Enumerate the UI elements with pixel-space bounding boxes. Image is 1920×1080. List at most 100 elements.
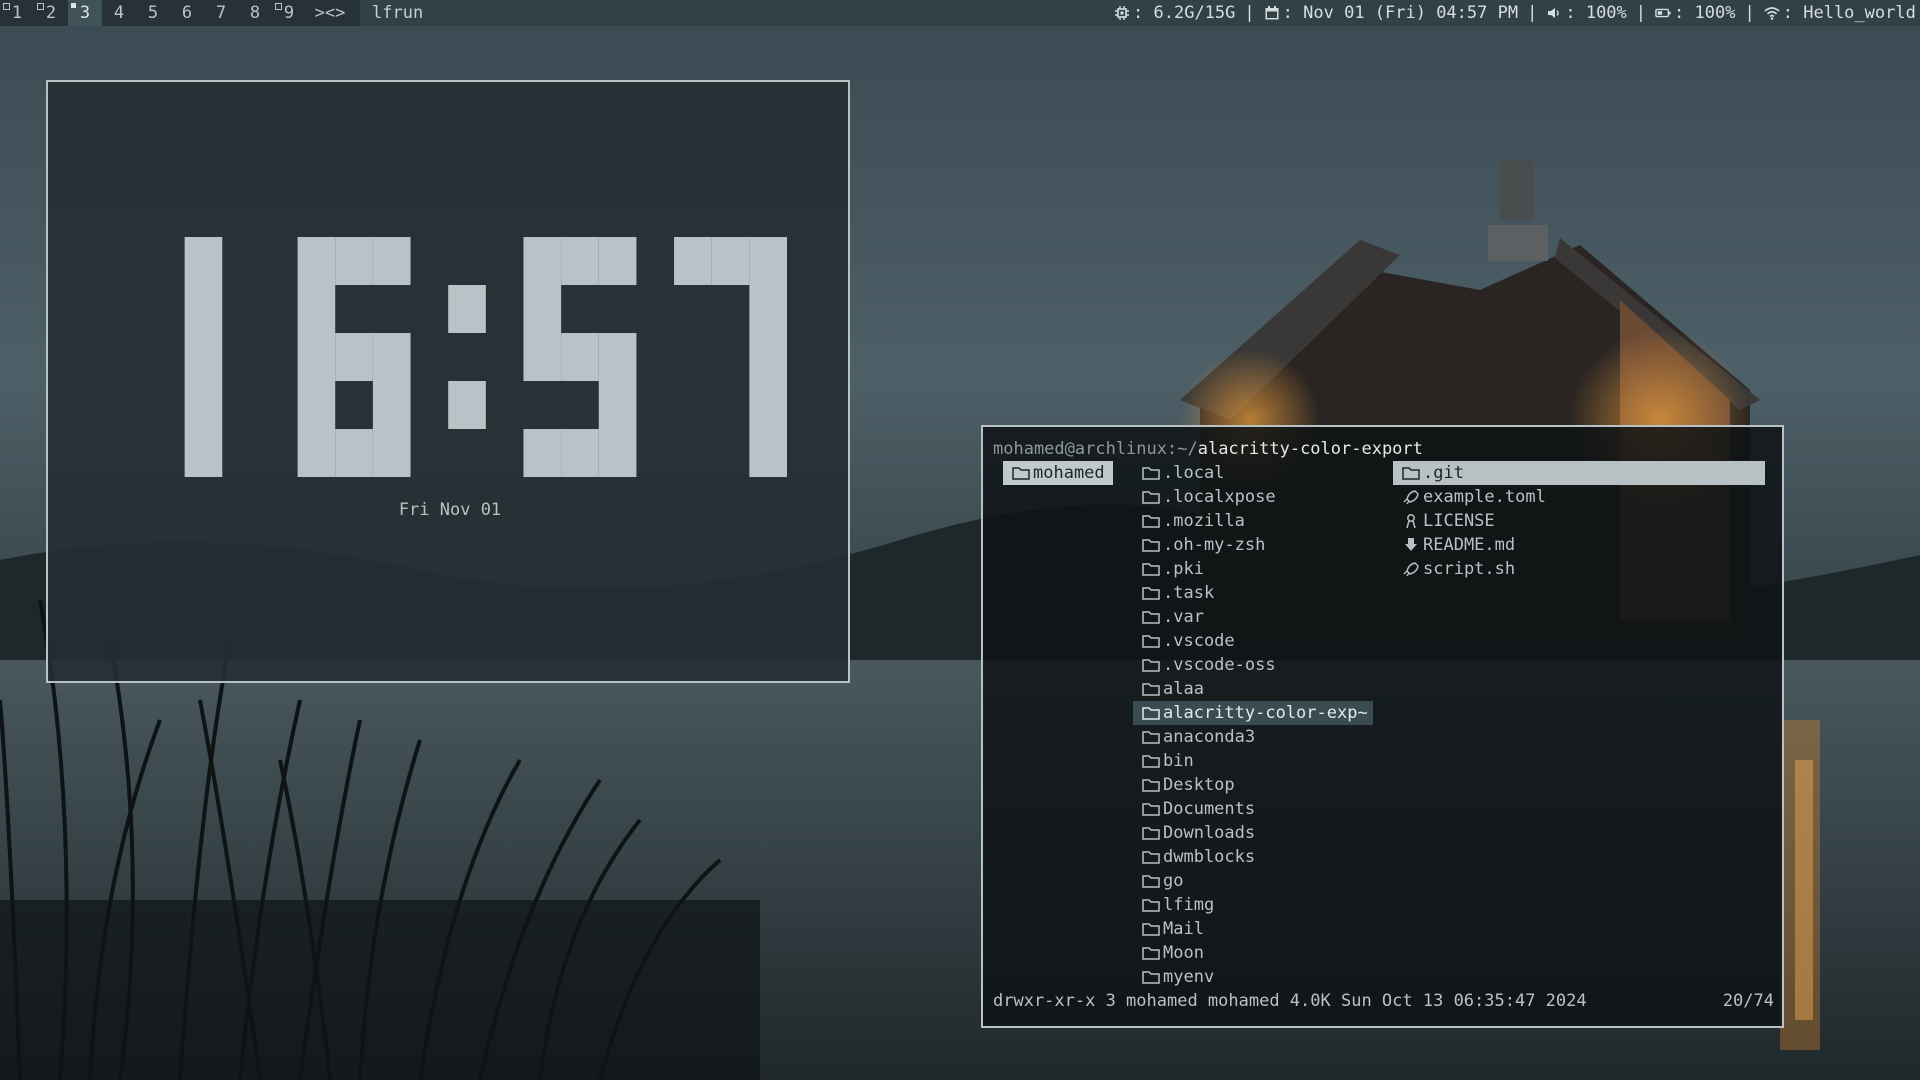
folder-icon	[1142, 971, 1160, 984]
workspace-tag-label: 6	[181, 3, 193, 23]
file-name: Downloads	[1163, 823, 1256, 843]
folder-icon	[1142, 851, 1160, 864]
folder-icon	[1142, 467, 1160, 480]
workspace-tag-8[interactable]: 8	[238, 0, 272, 26]
file-entry[interactable]: dwmblocks	[1133, 845, 1373, 869]
folder-icon	[1142, 539, 1160, 552]
file-entry[interactable]: alaa	[1133, 677, 1373, 701]
file-name: .localxpose	[1163, 487, 1276, 507]
file-name: example.toml	[1423, 487, 1546, 507]
status-blocks: : 6.2G/15G | : Nov 01 (Fri) 04:57 PM | :…	[1108, 0, 1920, 26]
file-entry[interactable]: lfimg	[1133, 893, 1373, 917]
file-entry[interactable]: anaconda3	[1133, 725, 1373, 749]
file-entry[interactable]: LICENSE	[1393, 509, 1765, 533]
license-icon	[1406, 514, 1416, 529]
clock-digit	[523, 237, 637, 477]
file-entry[interactable]: example.toml	[1393, 485, 1765, 509]
file-entry[interactable]: myenv	[1133, 965, 1373, 989]
workspace-tag-6[interactable]: 6	[170, 0, 204, 26]
workspace-tag-label: 9	[283, 3, 295, 23]
lf-file-manager-window[interactable]: mohamed@archlinux:~/alacritty-color-expo…	[981, 425, 1784, 1028]
folder-icon	[1142, 491, 1160, 504]
file-entry[interactable]: Moon	[1133, 941, 1373, 965]
clock-window[interactable]: Fri Nov 01	[46, 80, 850, 683]
status-colon: :	[1674, 3, 1685, 23]
file-entry[interactable]: .mozilla	[1133, 509, 1373, 533]
file-entry[interactable]: bin	[1133, 749, 1373, 773]
folder-icon	[1142, 587, 1160, 600]
file-entry[interactable]: README.md	[1393, 533, 1765, 557]
lf-status-line: drwxr-xr-x 3 mohamed mohamed 4.0K Sun Oc…	[993, 991, 1774, 1011]
folder-icon	[1142, 875, 1160, 888]
battery-icon	[1655, 8, 1671, 18]
file-entry-selected[interactable]: alacritty-color-exp~	[1133, 701, 1373, 725]
file-entry[interactable]: .pki	[1133, 557, 1373, 581]
clock-digit	[184, 237, 223, 477]
file-entry[interactable]: Desktop	[1133, 773, 1373, 797]
memory-value: 6.2G/15G	[1153, 3, 1236, 23]
workspace-tag-4[interactable]: 4	[102, 0, 136, 26]
workspace-tag-5[interactable]: 5	[136, 0, 170, 26]
file-name: .git	[1423, 463, 1464, 483]
workspace-tag-3[interactable]: 3	[68, 0, 102, 26]
file-entry[interactable]: .task	[1133, 581, 1373, 605]
file-entry[interactable]: Documents	[1133, 797, 1373, 821]
folder-icon	[1142, 803, 1160, 816]
file-entry[interactable]: .local	[1133, 461, 1373, 485]
clock-colon	[448, 285, 486, 429]
workspace-tag-label: 1	[11, 3, 23, 23]
file-entry[interactable]: Downloads	[1133, 821, 1373, 845]
volume-block[interactable]: : 100%	[1546, 0, 1627, 26]
file-name: .task	[1163, 583, 1215, 603]
folder-icon	[1142, 707, 1160, 720]
workspace-tag-7[interactable]: 7	[204, 0, 238, 26]
workspace-tag-2[interactable]: 2	[34, 0, 68, 26]
file-entry[interactable]: .oh-my-zsh	[1133, 533, 1373, 557]
folder-icon	[1142, 635, 1160, 648]
file-entry-selected[interactable]: mohamed	[1003, 461, 1113, 485]
workspace-tag-label: 2	[45, 3, 57, 23]
file-entry-selected[interactable]: .git	[1393, 461, 1765, 485]
file-count: 20/74	[1722, 991, 1774, 1011]
file-entry[interactable]: .vscode-oss	[1133, 653, 1373, 677]
workspace-tag-label: 5	[147, 3, 159, 23]
preview-column: .git example.toml LICENSE README.md script.s…	[1393, 461, 1765, 581]
file-name: lfimg	[1163, 895, 1215, 915]
workspace-tag-9[interactable]: 9	[272, 0, 306, 26]
calendar-icon	[1265, 6, 1279, 20]
battery-block: : 100%	[1655, 0, 1735, 26]
workspace-tag-label: 3	[79, 3, 91, 23]
layout-indicator[interactable]: ><>	[306, 0, 354, 26]
file-name: script.sh	[1423, 559, 1516, 579]
wifi-icon	[1764, 7, 1780, 20]
path-user-host: mohamed@archlinux	[993, 439, 1167, 459]
file-name: .pki	[1163, 559, 1204, 579]
file-name: myenv	[1163, 967, 1215, 987]
clock-digit	[674, 237, 787, 477]
file-entry[interactable]: .localxpose	[1133, 485, 1373, 509]
file-name: Desktop	[1163, 775, 1235, 795]
date-block: : Nov 01 (Fri) 04:57 PM	[1264, 0, 1518, 26]
file-name: bin	[1163, 751, 1194, 771]
file-name: dwmblocks	[1163, 847, 1256, 867]
status-colon: :	[1782, 3, 1793, 23]
folder-icon	[1142, 755, 1160, 768]
wifi-block[interactable]: : Hello_world	[1764, 0, 1916, 26]
folder-icon	[1142, 923, 1160, 936]
file-entry[interactable]: .var	[1133, 605, 1373, 629]
file-entry[interactable]: Mail	[1133, 917, 1373, 941]
workspace-tag-1[interactable]: 1	[0, 0, 34, 26]
memory-block: : 6.2G/15G	[1114, 0, 1235, 26]
status-separator: |	[1527, 3, 1538, 23]
file-name: .oh-my-zsh	[1163, 535, 1266, 555]
file-entry[interactable]: .vscode	[1133, 629, 1373, 653]
window-title: lfrun	[360, 0, 1108, 26]
status-separator: |	[1635, 3, 1647, 23]
file-entry[interactable]: go	[1133, 869, 1373, 893]
rocket-icon	[1403, 562, 1419, 577]
file-entry[interactable]: script.sh	[1393, 557, 1765, 581]
download-icon	[1405, 538, 1417, 551]
folder-icon	[1142, 731, 1160, 744]
current-directory-column: .local .localxpose .mozilla .oh-my-zsh .pki.…	[1133, 461, 1373, 989]
folder-icon	[1142, 947, 1160, 960]
